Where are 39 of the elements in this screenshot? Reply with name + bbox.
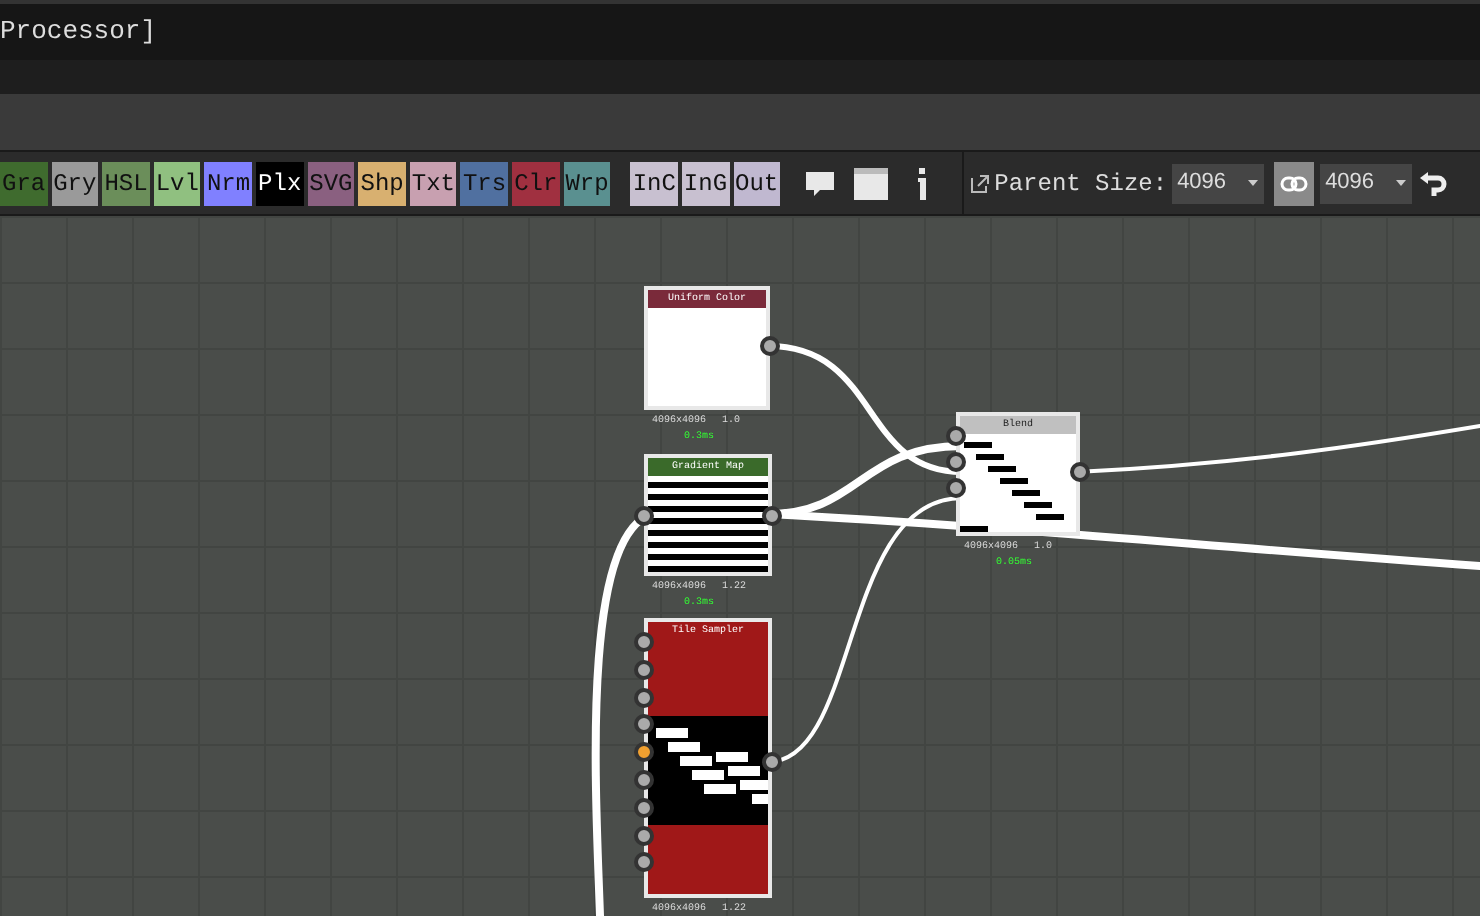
parent-size-label: Parent Size: <box>994 167 1168 201</box>
link-button[interactable] <box>1273 161 1314 205</box>
port[interactable] <box>1070 462 1090 482</box>
node-type-button[interactable]: Lvl <box>153 161 201 205</box>
port[interactable] <box>760 336 780 356</box>
node-type-button[interactable]: Out <box>733 161 781 205</box>
node-preview <box>960 434 1076 532</box>
height-dropdown[interactable]: 4096 <box>1319 163 1412 203</box>
node-preview <box>648 308 766 406</box>
port[interactable] <box>634 770 654 790</box>
node-type-button[interactable]: InC <box>630 161 678 205</box>
port[interactable] <box>634 797 654 818</box>
node-type-button[interactable]: Nrm <box>204 161 253 205</box>
node-type-button[interactable]: Plx <box>256 161 304 205</box>
port[interactable] <box>946 452 966 472</box>
caret-icon <box>1395 180 1406 186</box>
undo-icon[interactable] <box>1419 169 1448 197</box>
node-type-button[interactable]: Gry <box>51 161 99 205</box>
port[interactable] <box>946 426 966 446</box>
port[interactable] <box>634 714 654 735</box>
node-type-button[interactable]: Wrp <box>563 161 611 205</box>
comment-icon[interactable] <box>804 167 837 199</box>
node-type-button[interactable]: SVG <box>307 161 355 205</box>
port[interactable] <box>762 752 782 772</box>
frame-icon[interactable] <box>854 167 889 199</box>
node-type-button[interactable]: HSL <box>102 161 150 205</box>
link-icon <box>1279 175 1308 191</box>
window-title: Processor] <box>0 14 157 51</box>
width-dropdown[interactable]: 4096 <box>1171 163 1264 203</box>
node-type-button[interactable]: InG <box>681 161 730 205</box>
node-type-button[interactable]: Txt <box>409 161 457 205</box>
node-preview <box>648 476 768 572</box>
external-link-icon <box>970 173 991 193</box>
port[interactable] <box>634 742 654 763</box>
node-type-button[interactable]: Trs <box>460 161 509 205</box>
node-type-button[interactable]: Shp <box>358 161 406 205</box>
info-icon[interactable] <box>916 167 929 199</box>
caret-icon <box>1247 180 1258 186</box>
port[interactable] <box>946 478 966 498</box>
